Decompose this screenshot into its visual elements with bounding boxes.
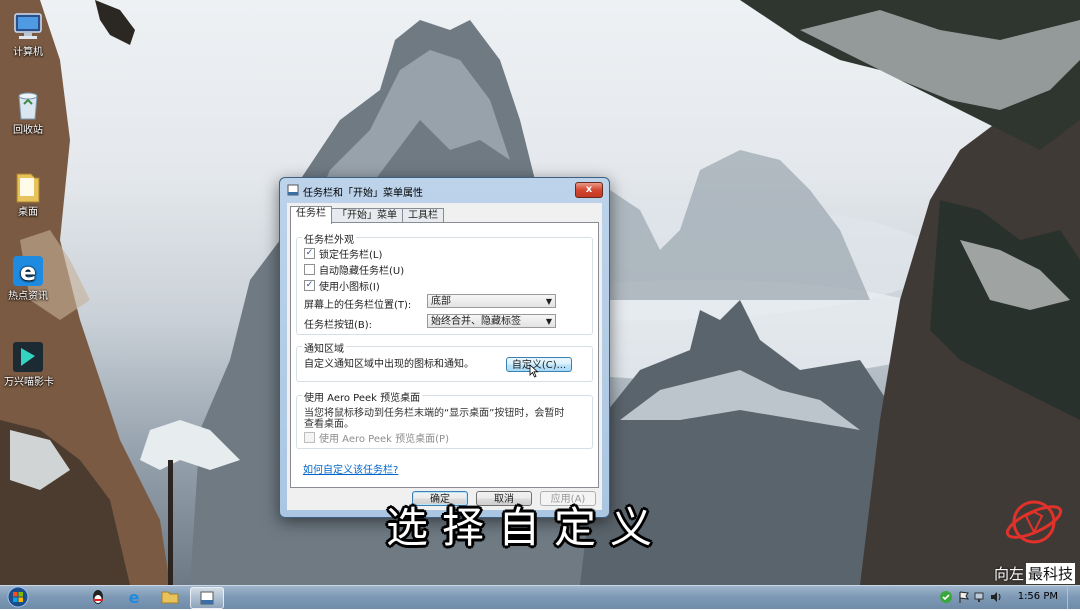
aero-peek-group: 使用 Aero Peek 预览桌面 当您将鼠标移动到任务栏末端的“显示桌面”按钮… [296, 389, 593, 449]
select-value: 底部 [431, 296, 451, 307]
taskbar-properties-window[interactable] [190, 587, 224, 609]
tab-toolbars[interactable]: 工具栏 [402, 208, 444, 223]
watermark-logo-icon [1005, 500, 1063, 544]
tab-start-menu[interactable]: 「开始」菜单 [331, 208, 403, 223]
aero-peek-description-line2: 查看桌面。 [304, 419, 354, 430]
tab-strip: 任务栏 「开始」菜单 工具栏 [290, 206, 444, 224]
chevron-down-icon: ▼ [545, 297, 552, 306]
taskbar-location-label: 屏幕上的任务栏位置(T): [304, 300, 412, 311]
desktop-icon-label: 回收站 [13, 125, 43, 136]
close-button[interactable]: x [575, 182, 603, 198]
desktop-icon-label: 万兴喵影卡 [4, 377, 54, 388]
group-label: 通知区域 [302, 340, 346, 355]
taskbar: e 1:56 PM [0, 585, 1080, 609]
qq-icon [93, 590, 103, 604]
checkbox-label: 自动隐藏任务栏(U) [319, 266, 405, 277]
system-tray: 1:56 PM [925, 586, 1080, 609]
desktop-icon-news[interactable]: e 热点资讯 [4, 254, 52, 303]
security-icon[interactable] [939, 590, 953, 604]
checkbox-unchecked-icon [304, 432, 315, 443]
dialog-client-area: 任务栏 「开始」菜单 工具栏 任务栏外观 ✓ 锁定任务栏(L) 自动隐藏任务栏(… [287, 203, 602, 510]
desktop-icon-folder[interactable]: 桌面 [4, 170, 52, 219]
tab-taskbar[interactable]: 任务栏 [290, 206, 332, 224]
desktop-icon-label: 计算机 [13, 47, 43, 58]
close-icon: x [585, 184, 593, 195]
watermark-text: 向左 最科技 [994, 563, 1076, 584]
taskbar-qq[interactable] [82, 587, 114, 607]
notification-description: 自定义通知区域中出现的图标和通知。 [304, 359, 474, 370]
network-icon[interactable] [973, 590, 987, 604]
desktop-icon-computer[interactable]: 计算机 [4, 10, 52, 59]
group-label: 使用 Aero Peek 预览桌面 [302, 389, 423, 404]
clock[interactable]: 1:56 PM [1018, 591, 1058, 602]
dialog-titlebar[interactable]: 任务栏和「开始」菜单属性 x [280, 178, 609, 202]
desktop-icon-recycle-bin[interactable]: 回收站 [4, 88, 52, 137]
ie-news-icon: e [11, 254, 45, 288]
aero-peek-checkbox[interactable]: 使用 Aero Peek 预览桌面(P) [304, 430, 449, 445]
chevron-down-icon: ▼ [545, 317, 552, 326]
taskbar-buttons-label: 任务栏按钮(B): [304, 320, 373, 331]
small-icons-checkbox[interactable]: ✓ 使用小图标(I) [304, 278, 380, 293]
help-link[interactable]: 如何自定义该任务栏? [303, 461, 398, 476]
taskbar-properties-dialog: 任务栏和「开始」菜单属性 x 任务栏 「开始」菜单 工具栏 任务栏外观 ✓ 锁定… [279, 177, 610, 518]
desktop-icon-label: 热点资讯 [8, 291, 48, 302]
taskbar-properties-icon [200, 591, 214, 605]
start-button[interactable] [5, 586, 32, 608]
checkbox-label: 锁定任务栏(L) [319, 250, 383, 261]
video-subtitle: 选择自定义 [386, 503, 667, 552]
action-center-flag-icon[interactable] [957, 590, 971, 604]
taskbar-location-select[interactable]: 底部 ▼ [427, 294, 556, 308]
taskbar-appearance-group: 任务栏外观 ✓ 锁定任务栏(L) 自动隐藏任务栏(U) ✓ 使用小图标(I) 屏… [296, 231, 593, 335]
desktop-icon-label: 桌面 [18, 207, 38, 218]
computer-icon [11, 10, 45, 44]
checkbox-label: 使用小图标(I) [319, 282, 380, 293]
show-desktop-button[interactable] [1067, 586, 1080, 609]
tab-panel-taskbar: 任务栏外观 ✓ 锁定任务栏(L) 自动隐藏任务栏(U) ✓ 使用小图标(I) 屏… [290, 222, 599, 488]
taskbar-explorer[interactable] [154, 587, 186, 607]
wondershare-filmora-icon [11, 340, 45, 374]
customize-button[interactable]: 自定义(C)... [506, 357, 572, 372]
notification-area-group: 通知区域 自定义通知区域中出现的图标和通知。 自定义(C)... [296, 340, 593, 382]
taskbar-buttons-select[interactable]: 始终合并、隐藏标签 ▼ [427, 314, 556, 328]
windows-start-icon [7, 586, 29, 608]
desktop-icon-filmora[interactable]: 万兴喵影卡 [4, 340, 54, 389]
auto-hide-checkbox[interactable]: 自动隐藏任务栏(U) [304, 262, 404, 277]
taskbar-ie[interactable]: e [118, 587, 150, 607]
ie-icon: e [129, 588, 140, 607]
mouse-cursor-icon [529, 364, 539, 378]
svg-text:e: e [129, 588, 140, 607]
select-value: 始终合并、隐藏标签 [431, 316, 521, 327]
checkbox-checked-icon: ✓ [304, 280, 315, 291]
taskbar-properties-icon [287, 184, 299, 196]
watermark-text-right: 最科技 [1026, 563, 1076, 584]
lock-taskbar-checkbox[interactable]: ✓ 锁定任务栏(L) [304, 246, 382, 261]
group-label: 任务栏外观 [302, 231, 356, 246]
folder-icon [11, 170, 45, 204]
svg-text:e: e [20, 258, 36, 286]
dialog-title: 任务栏和「开始」菜单属性 [303, 188, 423, 199]
watermark-text-left: 向左 [994, 565, 1025, 583]
explorer-icon [161, 591, 179, 604]
recycle-bin-icon [11, 88, 45, 122]
checkbox-label: 使用 Aero Peek 预览桌面(P) [319, 434, 449, 445]
checkbox-unchecked-icon [304, 264, 315, 275]
checkbox-checked-icon: ✓ [304, 248, 315, 259]
volume-icon[interactable] [989, 590, 1003, 604]
